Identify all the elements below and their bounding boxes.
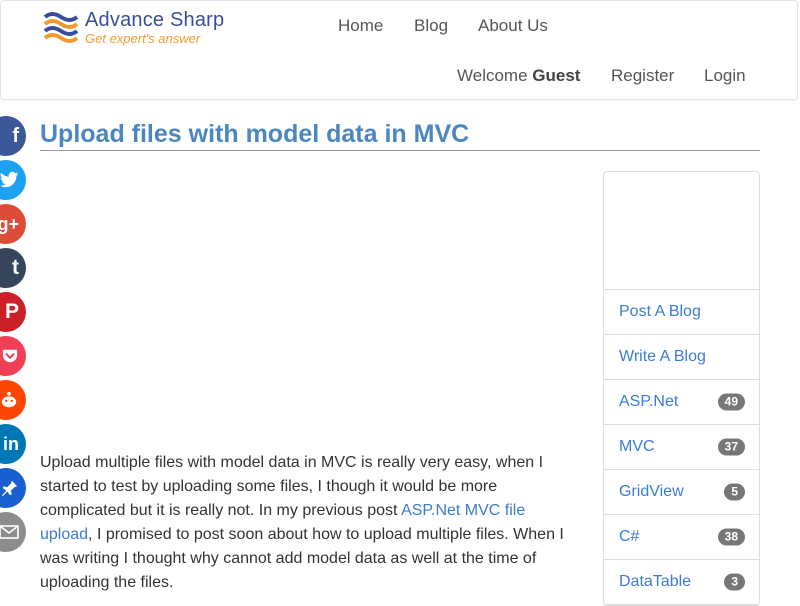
sidebar-item-label: Write A Blog: [619, 348, 706, 365]
sidebar-item-aspnet[interactable]: ASP.Net 49: [604, 380, 759, 425]
sidebar-item-label: GridView: [619, 483, 684, 500]
email-icon[interactable]: [0, 512, 26, 552]
sidebar-item-gridview[interactable]: GridView 5: [604, 470, 759, 515]
reddit-icon[interactable]: [0, 380, 26, 420]
brand-tagline: Get expert's answer: [85, 30, 201, 46]
tumblr-icon[interactable]: t: [0, 248, 26, 288]
brand-name: Advance Sharp: [85, 8, 225, 31]
nav-home-link[interactable]: Home: [338, 16, 383, 36]
google-plus-icon[interactable]: g+: [0, 204, 26, 244]
count-badge: 38: [717, 528, 745, 546]
article-text-2: , I promised to post soon about how to u…: [40, 526, 564, 591]
article-body: Upload multiple files with model data in…: [40, 451, 580, 595]
sidebar-ad-area: [604, 172, 759, 290]
nav-blog-link[interactable]: Blog: [414, 16, 448, 36]
pinterest-icon[interactable]: P: [0, 292, 26, 332]
brand-logo-icon: [43, 12, 79, 43]
count-badge: 49: [717, 393, 745, 411]
nav-about-link[interactable]: About Us: [478, 16, 548, 36]
linkedin-icon[interactable]: in: [0, 424, 26, 464]
sidebar-item-label: Post A Blog: [619, 303, 701, 320]
welcome-user: Guest: [532, 66, 581, 85]
sidebar-item-write-a-blog[interactable]: Write A Blog: [604, 335, 759, 380]
count-badge: 5: [724, 483, 745, 501]
sidebar-item-datatable[interactable]: DataTable 3: [604, 560, 759, 605]
brand[interactable]: Advance Sharp Get expert's answer: [43, 9, 224, 45]
count-badge: 3: [724, 573, 745, 591]
article-title: Upload files with model data in MVC: [40, 120, 470, 148]
sidebar-item-label: DataTable: [619, 573, 692, 590]
welcome-text: Welcome Guest: [457, 66, 580, 86]
pocket-icon[interactable]: [0, 336, 26, 376]
sidebar-item-label: MVC: [619, 438, 655, 455]
sidebar-item-post-a-blog[interactable]: Post A Blog: [604, 290, 759, 335]
nav-register-link[interactable]: Register: [611, 66, 674, 86]
top-navbar: Advance Sharp Get expert's answer Home B…: [0, 0, 798, 100]
twitter-icon[interactable]: [0, 160, 26, 200]
sidebar-item-mvc[interactable]: MVC 37: [604, 425, 759, 470]
nav-login-link[interactable]: Login: [704, 66, 746, 86]
sidebar-item-label: C#: [619, 528, 640, 545]
title-divider: [40, 150, 760, 151]
sidebar-item-csharp[interactable]: C# 38: [604, 515, 759, 560]
pin-icon[interactable]: [0, 468, 26, 508]
count-badge: 37: [717, 438, 745, 456]
facebook-icon[interactable]: f: [0, 116, 26, 156]
welcome-prefix: Welcome: [457, 66, 528, 85]
sidebar-panel: Post A Blog Write A Blog ASP.Net 49 MVC …: [603, 171, 760, 606]
sidebar-item-label: ASP.Net: [619, 393, 679, 410]
